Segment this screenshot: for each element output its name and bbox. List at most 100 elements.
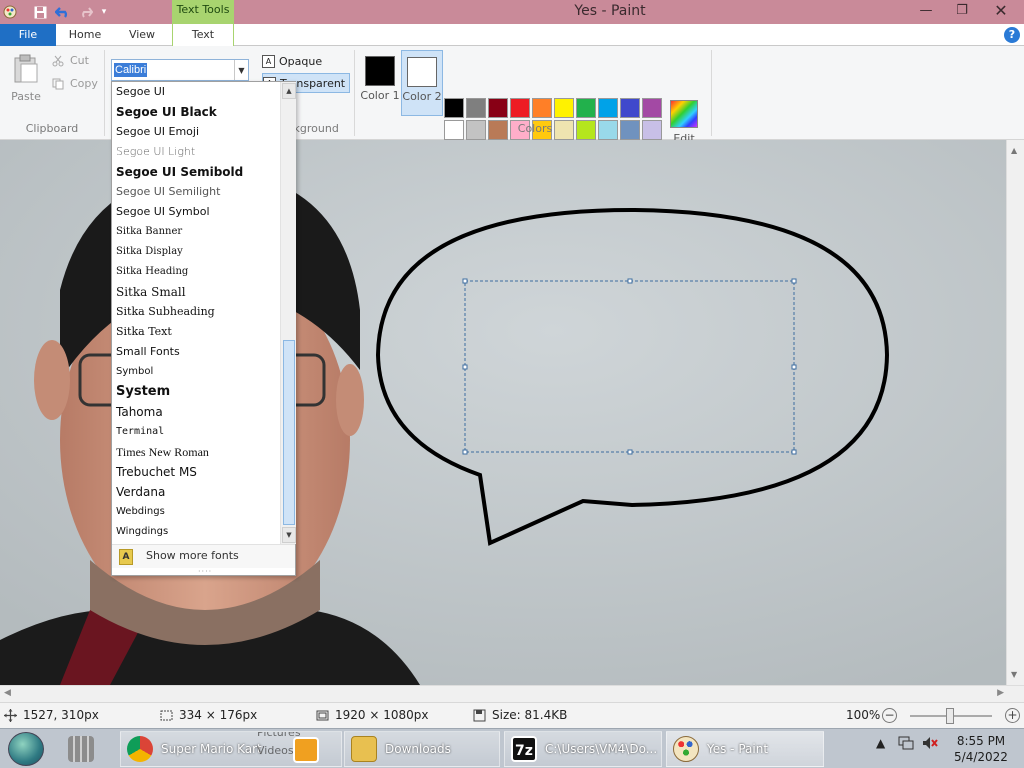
font-option[interactable]: Wingdings [112,522,280,542]
font-option[interactable]: Times New Roman [112,442,280,462]
palette-color-8[interactable] [620,98,640,118]
font-option[interactable]: Sitka Subheading [112,302,280,322]
taskbar-7zip[interactable]: 7z C:\Users\VM4\Do... [504,731,662,767]
tab-text[interactable]: Text [172,24,234,47]
palette-color-9[interactable] [642,98,662,118]
palette-color-0[interactable] [444,98,464,118]
restore-button[interactable]: ❐ [946,0,978,22]
font-option[interactable]: Webdings [112,502,280,522]
scroll-left-icon[interactable]: ◀ [4,688,11,698]
font-option[interactable]: Segoe UI Black [112,102,280,122]
scroll-up-icon[interactable]: ▲ [282,83,296,99]
scroll-down-icon[interactable]: ▼ [282,527,296,543]
minimize-button[interactable]: — [910,0,942,22]
color1-button[interactable]: Color 1 [360,50,400,116]
paint-app-icon[interactable] [2,4,18,20]
font-option[interactable]: Sitka Heading [112,262,280,282]
font-option[interactable]: Tahoma [112,402,280,422]
close-button[interactable]: ✕ [980,0,1022,22]
image-size-icon [316,709,329,722]
scroll-up-icon[interactable]: ▲ [1011,146,1017,155]
font-list: Segoe UI Segoe UI Black Segoe UI Emoji Sego… [112,82,280,544]
palette-color-3[interactable] [510,98,530,118]
tab-home[interactable]: Home [56,24,114,46]
cut-button[interactable]: Cut [52,54,89,67]
palette-color-6[interactable] [576,98,596,118]
font-option[interactable]: Terminal [112,422,280,442]
resize-grip-icon[interactable]: ···· [198,567,212,576]
taskbar-chrome[interactable]: Super Mario Kart Pictures Videos [120,731,342,767]
scroll-down-icon[interactable]: ▼ [1011,670,1017,679]
file-size: Size: 81.4KB [473,708,567,722]
show-more-fonts-item[interactable]: A Show more fonts ···· [112,544,295,576]
start-button[interactable] [8,732,44,766]
chevron-down-icon[interactable]: ▼ [234,60,248,80]
vertical-scrollbar[interactable]: ▲ ▼ [1006,140,1024,685]
zoom-in-button[interactable]: + [1005,708,1020,723]
copy-button[interactable]: Copy [52,77,98,90]
font-option[interactable]: Segoe UI Emoji [112,122,280,142]
help-icon[interactable]: ? [1004,27,1020,43]
font-option[interactable]: Segoe UI Symbol [112,202,280,222]
color1-swatch [365,56,395,86]
palette-color-2[interactable] [488,98,508,118]
palette-color-5[interactable] [554,98,574,118]
font-option[interactable]: Verdana [112,482,280,502]
scissors-icon [52,55,64,67]
selection-size: 334 × 176px [160,708,257,722]
tab-view[interactable]: View [114,24,170,46]
scroll-right-icon[interactable]: ▶ [997,688,1004,698]
font-family-combo[interactable]: Calibri ▼ [111,59,249,81]
customize-toolbar-icon[interactable]: ▾ [98,4,110,20]
palette-color-1[interactable] [466,98,486,118]
font-option[interactable]: Symbol [112,362,280,382]
save-icon[interactable] [32,4,48,20]
7zip-icon: 7z [511,736,537,762]
font-option[interactable]: Segoe UI [112,82,280,102]
horizontal-scrollbar[interactable]: ◀ ▶ [0,685,1024,702]
font-option[interactable]: Sitka Banner [112,222,280,242]
window-title: Yes - Paint [574,3,646,19]
zoom-out-button[interactable]: − [882,708,897,723]
font-option[interactable]: Small Fonts [112,342,280,362]
clipboard-icon[interactable] [12,54,40,84]
taskbar-clock[interactable]: 8:55 PM 5/4/2022 [944,733,1018,765]
tab-file[interactable]: File [0,24,56,46]
taskbar-explorer-grid[interactable] [62,731,110,767]
palette-color-4[interactable] [532,98,552,118]
clipboard-group-label: Clipboard [25,122,79,135]
move-cursor-icon [4,708,17,722]
font-option[interactable]: Segoe UI Semilight [112,182,280,202]
font-option[interactable]: Sitka Text [112,322,280,342]
color2-swatch [407,57,437,87]
font-option[interactable]: Sitka Small [112,282,280,302]
taskbar-downloads[interactable]: Downloads [344,731,500,767]
network-icon[interactable] [898,736,914,753]
ribbon-separator [354,50,355,136]
font-list-scrollbar[interactable]: ▲ ▼ [280,82,296,544]
color2-button[interactable]: Color 2 [401,50,443,116]
grid-window-icon [68,736,94,762]
folder-icon [351,736,377,762]
font-option[interactable]: Trebuchet MS [112,462,280,482]
media-icon [293,737,319,763]
zoom-level: 100% [846,708,881,722]
undo-icon[interactable] [54,4,72,20]
scrollbar-thumb[interactable] [283,340,295,525]
font-option[interactable]: System [112,382,280,402]
zoom-slider-thumb[interactable] [946,708,954,724]
show-hidden-icons[interactable]: ▲ [876,736,885,750]
redo-icon[interactable] [78,4,94,20]
font-family-value[interactable]: Calibri [114,63,148,77]
taskbar-paint[interactable]: Yes - Paint [666,731,824,767]
ribbon-separator [711,50,712,136]
palette-color-7[interactable] [598,98,618,118]
font-option[interactable]: Segoe UI Semibold [112,162,280,182]
font-option[interactable]: Segoe UI Light [112,142,280,162]
opaque-icon: A [262,54,275,68]
opaque-option[interactable]: A Opaque [262,51,322,71]
font-option[interactable]: Sitka Display [112,242,280,262]
paste-button[interactable]: Paste [8,90,44,103]
volume-muted-icon[interactable] [922,736,938,753]
paint-window: ▾ Text Tools Yes - Paint — ❐ ✕ File Home… [0,0,1024,768]
